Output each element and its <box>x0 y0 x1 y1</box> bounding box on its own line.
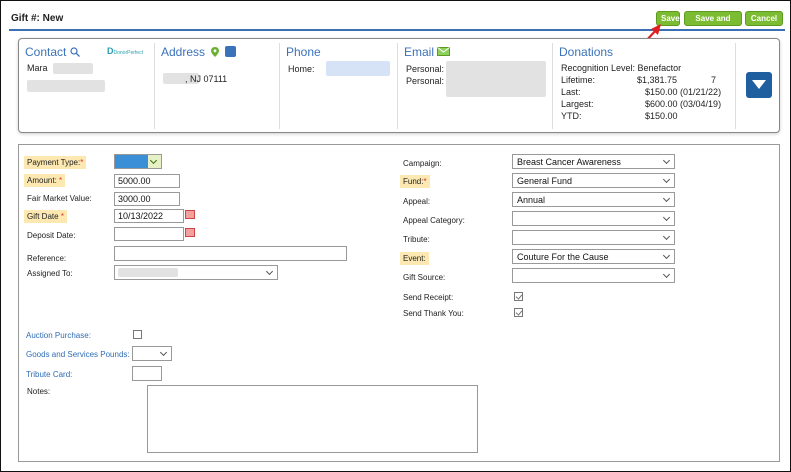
email-column: Email Personal: Personal: <box>397 43 552 129</box>
assigned-to-label: Assigned To: <box>27 269 73 278</box>
page-title: Gift #: New <box>11 13 64 24</box>
event-select[interactable]: Couture For the Cause <box>512 249 675 264</box>
tribute-card-input[interactable] <box>132 366 162 381</box>
appeal-category-label: Appeal Category: <box>403 216 465 225</box>
reference-label: Reference: <box>27 254 67 263</box>
map-pin-icon[interactable] <box>211 47 220 57</box>
gift-date-label: Gift Date * <box>24 210 67 223</box>
auction-purchase-checkbox[interactable] <box>133 330 142 339</box>
gift-date-input[interactable]: 10/13/2022 <box>114 209 184 223</box>
payment-type-select[interactable] <box>114 154 162 169</box>
event-label: Event: <box>400 252 429 265</box>
gift-source-select[interactable] <box>512 268 675 283</box>
auction-purchase-label: Auction Purchase: <box>26 331 91 340</box>
email-icon[interactable] <box>437 47 451 56</box>
contact-heading: Contact <box>25 45 80 59</box>
payment-type-label: Payment Type:* <box>24 156 87 169</box>
assigned-to-select[interactable] <box>114 265 278 280</box>
redacted-last-name <box>53 63 93 74</box>
phone-column: Phone Home: <box>279 43 397 129</box>
address-column: Address , NJ 07111 <box>154 43 279 129</box>
lifetime-count: 7 <box>711 75 717 85</box>
reference-input[interactable] <box>114 246 347 261</box>
amount-label: Amount: * <box>24 174 66 187</box>
notes-textarea[interactable] <box>147 385 478 453</box>
deposit-date-label: Deposit Date: <box>27 231 76 240</box>
tribute-card-label: Tribute Card: <box>26 370 73 379</box>
campaign-label: Campaign: <box>403 159 442 168</box>
lifetime-value: $1,381.75 <box>637 75 678 85</box>
goods-services-select[interactable] <box>132 346 172 361</box>
appeal-label: Appeal: <box>403 197 431 206</box>
last-value: $150.00 (01/21/22) <box>645 87 722 97</box>
cancel-button[interactable]: Cancel <box>745 11 783 26</box>
email-personal-label-2: Personal: <box>406 76 445 86</box>
lifetime-label: Lifetime: <box>561 75 596 85</box>
ytd-value: $150.00 <box>645 111 678 121</box>
chevron-down-icon <box>752 80 766 89</box>
deposit-date-input[interactable] <box>114 227 184 241</box>
largest-label: Largest: <box>561 99 594 109</box>
tribute-label: Tribute: <box>403 235 430 244</box>
appeal-category-select[interactable] <box>512 211 675 226</box>
header-bar: Gift #: New Save Save and Exit Cancel <box>9 7 785 36</box>
expand-summary-button[interactable] <box>746 72 772 98</box>
fund-select[interactable]: General Fund <box>512 173 675 188</box>
donations-column: Donations Recognition Level: Benefactor … <box>552 43 735 129</box>
send-thank-you-label: Send Thank You: <box>403 309 464 318</box>
redacted-email-addresses <box>446 61 546 97</box>
gift-form: Payment Type:* Amount: * 5000.00 Fair Ma… <box>18 144 780 462</box>
header-divider <box>9 29 785 31</box>
gift-source-label: Gift Source: <box>403 273 446 282</box>
address-heading: Address <box>161 45 236 59</box>
deposit-date-calendar-icon[interactable] <box>185 228 195 237</box>
contact-column: Contact DDonorPerfect Mara <box>19 43 154 129</box>
donations-heading: Donations <box>559 45 614 59</box>
gift-date-calendar-icon[interactable] <box>185 210 195 219</box>
address-city-zip: , NJ 07111 <box>185 74 228 84</box>
toggle-column <box>735 43 779 129</box>
fair-market-value-input[interactable]: 3000.00 <box>114 192 180 206</box>
largest-value: $600.00 (03/04/19) <box>645 99 722 109</box>
home-phone-label: Home: <box>288 64 315 74</box>
save-and-exit-button[interactable]: Save and Exit <box>684 11 742 36</box>
contact-first-name: Mara <box>27 63 48 73</box>
tribute-select[interactable] <box>512 230 675 245</box>
send-receipt-checkbox[interactable] <box>514 292 523 301</box>
search-icon[interactable] <box>70 47 80 57</box>
notes-label: Notes: <box>27 387 51 396</box>
email-personal-label-1: Personal: <box>406 64 445 74</box>
send-receipt-label: Send Receipt: <box>403 293 454 302</box>
donorperfect-logo[interactable]: DDonorPerfect <box>107 46 143 56</box>
contact-summary: Contact DDonorPerfect Mara Address , NJ … <box>18 38 780 133</box>
address-book-icon[interactable] <box>224 46 236 57</box>
gift-page: Gift #: New Save Save and Exit Cancel Co… <box>0 0 791 472</box>
send-thank-you-checkbox[interactable] <box>514 308 523 317</box>
phone-heading: Phone <box>286 45 321 59</box>
goods-services-label: Goods and Services Pounds: <box>26 350 130 359</box>
email-heading: Email <box>404 45 451 59</box>
redacted-assignee <box>118 268 178 277</box>
fund-label: Fund:* <box>400 175 430 188</box>
campaign-select[interactable]: Breast Cancer Awareness <box>512 154 675 169</box>
recognition-level: Recognition Level: Benefactor <box>561 63 682 73</box>
amount-input[interactable]: 5000.00 <box>114 174 180 188</box>
ytd-label: YTD: <box>561 111 582 121</box>
redacted-home-phone[interactable] <box>326 61 390 76</box>
fair-market-value-label: Fair Market Value: <box>27 194 92 203</box>
last-label: Last: <box>561 87 581 97</box>
appeal-select[interactable]: Annual <box>512 192 675 207</box>
redacted-organization <box>27 80 105 92</box>
